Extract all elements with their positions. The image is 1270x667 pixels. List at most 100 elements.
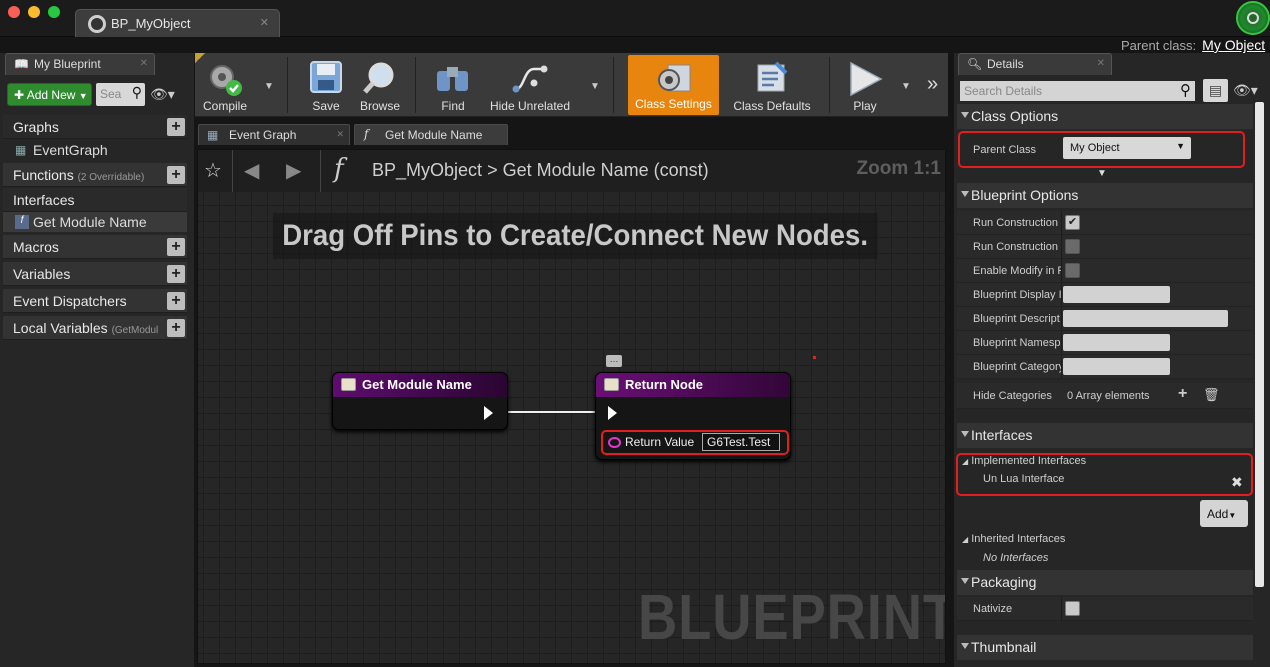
eye-icon[interactable]: 👁︎▾ <box>1233 82 1258 99</box>
maximize-window-button[interactable] <box>48 6 60 18</box>
close-icon[interactable]: ✕ <box>140 58 148 69</box>
graph-icon: ▦ <box>207 128 219 142</box>
text-field[interactable] <box>1063 286 1170 303</box>
section-event-dispatchers[interactable]: Event Dispatchers + <box>3 289 187 313</box>
find-button[interactable]: Find <box>431 53 475 117</box>
checkbox[interactable]: ✔ <box>1065 215 1080 230</box>
inherited-label: Inherited Interfaces <box>971 533 1066 545</box>
close-window-button[interactable] <box>8 6 20 18</box>
eye-icon[interactable]: 👁︎▾ <box>150 86 175 103</box>
compile-options-dropdown[interactable]: ▼ <box>264 81 274 92</box>
text-field[interactable] <box>1063 358 1170 375</box>
checkbox[interactable] <box>1065 239 1080 254</box>
property-key: Blueprint Display I <box>973 289 1061 301</box>
inherited-interfaces-header[interactable]: ◢ Inherited Interfaces <box>962 533 1065 545</box>
add-graph-button[interactable]: + <box>167 118 185 136</box>
add-function-button[interactable]: + <box>167 166 185 184</box>
no-interfaces-text: No Interfaces <box>983 552 1049 564</box>
browse-button[interactable]: Browse <box>355 53 405 117</box>
add-interface-button[interactable]: Add▼ <box>1200 500 1248 527</box>
compile-button[interactable]: Compile <box>199 53 251 117</box>
source-control-status-icon[interactable] <box>1236 1 1270 35</box>
section-graphs[interactable]: Graphs + <box>3 115 187 139</box>
function-icon: f <box>15 215 29 229</box>
hide-unrelated-button[interactable]: Hide Unrelated <box>485 53 575 117</box>
column-divider <box>1061 235 1062 259</box>
function-entry-node[interactable]: Get Module Name <box>332 372 508 430</box>
property-matrix-icon[interactable]: ▤ <box>1203 79 1228 102</box>
property-row: Blueprint Category <box>957 355 1253 379</box>
return-node[interactable]: Return Node Return Value G6Test.Test <box>595 372 791 460</box>
details-scrollbar[interactable] <box>1255 102 1264 587</box>
node-title: Return Node <box>625 377 703 392</box>
add-local-variable-button[interactable]: + <box>167 319 185 337</box>
toolbar-overflow-icon[interactable]: » <box>927 73 938 96</box>
close-icon[interactable]: ✕ <box>1097 58 1105 69</box>
text-field[interactable] <box>1063 334 1170 351</box>
nativize-checkbox[interactable] <box>1065 601 1080 616</box>
save-button[interactable]: Save <box>303 53 349 117</box>
exec-output-pin[interactable] <box>484 406 493 420</box>
blueprint-search-input[interactable]: Sea ⚲ <box>96 83 145 106</box>
parent-class-bar: Parent class: My Object <box>1121 37 1265 53</box>
close-icon[interactable]: ✕ <box>336 129 344 140</box>
checkbox[interactable] <box>1065 263 1080 278</box>
exec-input-pin[interactable] <box>608 406 617 420</box>
string-pin-icon[interactable] <box>608 437 621 448</box>
advanced-expand-icon[interactable]: ▼ <box>1097 168 1107 179</box>
add-element-icon[interactable]: + <box>1178 385 1187 403</box>
compile-label: Compile <box>202 99 247 113</box>
section-local-variables[interactable]: Local Variables (GetModul + <box>3 316 187 340</box>
document-tab[interactable]: BP_MyObject ✕ <box>75 9 280 37</box>
section-variables[interactable]: Variables + <box>3 262 187 286</box>
close-icon[interactable]: ✕ <box>260 16 269 29</box>
function-icon: f <box>364 127 369 141</box>
add-event-dispatcher-button[interactable]: + <box>167 292 185 310</box>
section-label: Local Variables <box>13 320 108 336</box>
list-item-get-module-name[interactable]: f Get Module Name <box>3 212 187 232</box>
list-item-event-graph[interactable]: ▦ EventGraph <box>3 140 187 160</box>
node-header: Get Module Name <box>333 373 507 397</box>
parent-class-link[interactable]: My Object <box>1202 37 1265 53</box>
section-label: Interfaces <box>13 192 75 208</box>
trash-icon[interactable]: 🗑︎ <box>1203 387 1220 403</box>
section-interfaces[interactable]: Interfaces <box>957 423 1253 448</box>
section-blueprint-options[interactable]: Blueprint Options <box>957 183 1253 208</box>
section-class-options[interactable]: Class Options <box>957 104 1253 129</box>
play-button[interactable]: Play <box>843 53 887 117</box>
minimize-window-button[interactable] <box>28 6 40 18</box>
save-label: Save <box>312 99 340 113</box>
tab-my-blueprint[interactable]: 📖 My Blueprint ✕ <box>5 53 155 75</box>
separator <box>829 57 830 113</box>
collapse-icon: ◢ <box>962 535 969 544</box>
text-field[interactable] <box>1063 310 1228 327</box>
add-variable-button[interactable]: + <box>167 265 185 283</box>
class-defaults-icon <box>757 61 788 92</box>
parent-class-label: Parent class: <box>1121 38 1197 53</box>
section-interfaces[interactable]: Interfaces <box>3 188 187 212</box>
section-functions[interactable]: Functions (2 Overridable) + <box>3 163 187 187</box>
tab-get-module-name[interactable]: f Get Module Name <box>354 124 508 145</box>
tab-details[interactable]: 🔍︎ Details ✕ <box>958 53 1112 75</box>
add-new-label: Add New <box>26 88 76 102</box>
play-options-dropdown[interactable]: ▼ <box>901 81 911 92</box>
add-new-button[interactable]: ✚ Add New ▼ <box>7 83 92 106</box>
add-macro-button[interactable]: + <box>167 238 185 256</box>
array-count: 0 Array elements <box>1067 390 1150 402</box>
tab-label: Get Module Name <box>385 128 483 142</box>
section-thumbnail[interactable]: Thumbnail <box>957 635 1253 660</box>
graph-canvas[interactable]: ☆ ◀ ▶ f BP_MyObject > Get Module Name (c… <box>197 149 946 664</box>
section-packaging[interactable]: Packaging <box>957 570 1253 595</box>
column-divider <box>1061 259 1062 283</box>
tab-event-graph[interactable]: ▦ Event Graph ✕ <box>198 124 350 145</box>
hide-unrelated-dropdown[interactable]: ▼ <box>590 81 600 92</box>
compile-icon <box>210 65 242 96</box>
column-divider <box>1061 283 1062 307</box>
class-defaults-button[interactable]: Class Defaults <box>729 53 815 117</box>
return-value-input[interactable]: G6Test.Test <box>702 433 780 451</box>
class-settings-button[interactable]: Class Settings <box>628 55 719 115</box>
section-macros[interactable]: Macros + <box>3 235 187 259</box>
section-label: Graphs <box>13 119 59 135</box>
details-search-input[interactable]: Search Details ⚲ <box>960 81 1195 101</box>
wire-layer <box>504 411 598 413</box>
